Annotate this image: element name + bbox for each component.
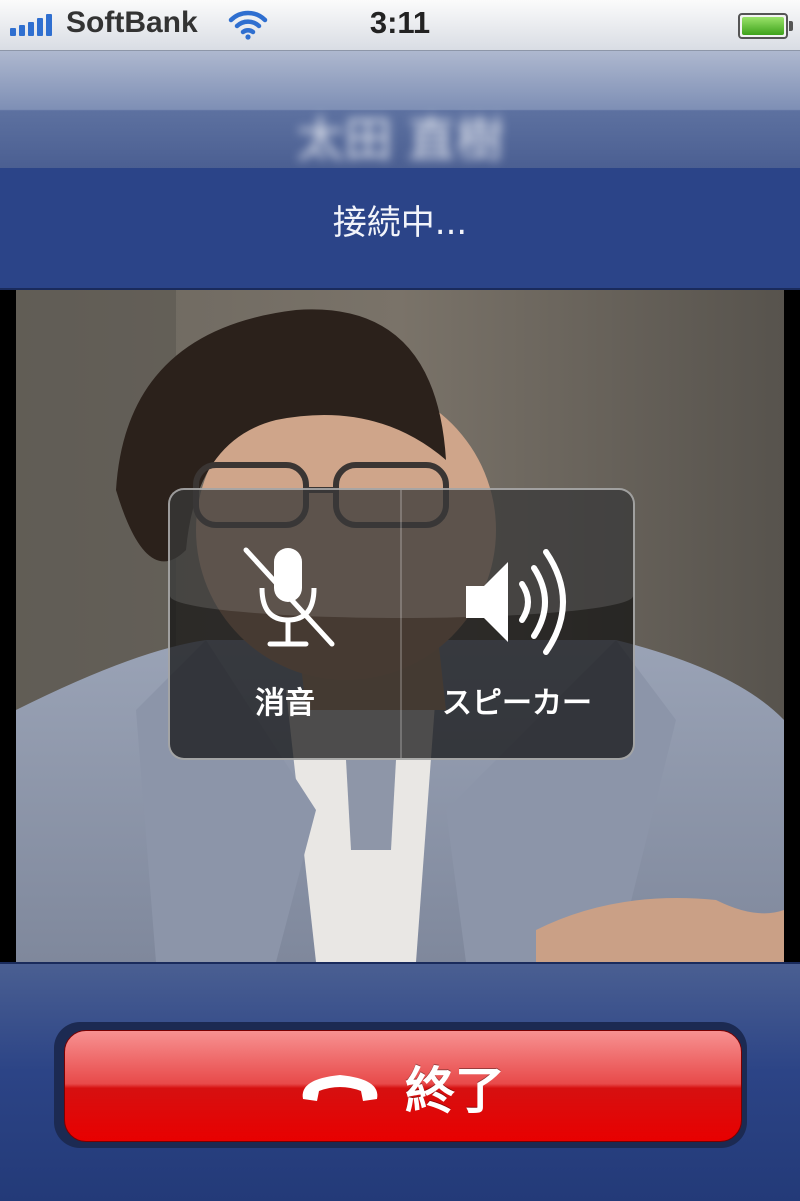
speaker-button[interactable]: スピーカー (402, 490, 632, 758)
call-screen: SoftBank 3:11 太田 直樹 接続中... 消音 スピーカー 終了 (0, 0, 800, 1201)
battery-level (742, 17, 784, 35)
call-controls-panel: 消音 スピーカー (168, 488, 635, 760)
speaker-label: スピーカー (442, 686, 592, 721)
end-call-label: 終了 (405, 1062, 505, 1120)
clock: 3:11 (369, 5, 431, 40)
mute-microphone-icon (243, 547, 335, 647)
phone-hangup-icon (302, 1075, 378, 1101)
end-call-button[interactable]: 終了 (64, 1030, 742, 1142)
status-bar: SoftBank 3:11 (0, 0, 800, 51)
speaker-icon (466, 549, 566, 655)
call-status: 接続中... (332, 203, 468, 243)
caller-name: 太田 直樹 (296, 112, 504, 168)
battery-icon (738, 13, 793, 39)
mute-label: 消音 (255, 686, 315, 721)
mute-button[interactable]: 消音 (170, 490, 400, 758)
